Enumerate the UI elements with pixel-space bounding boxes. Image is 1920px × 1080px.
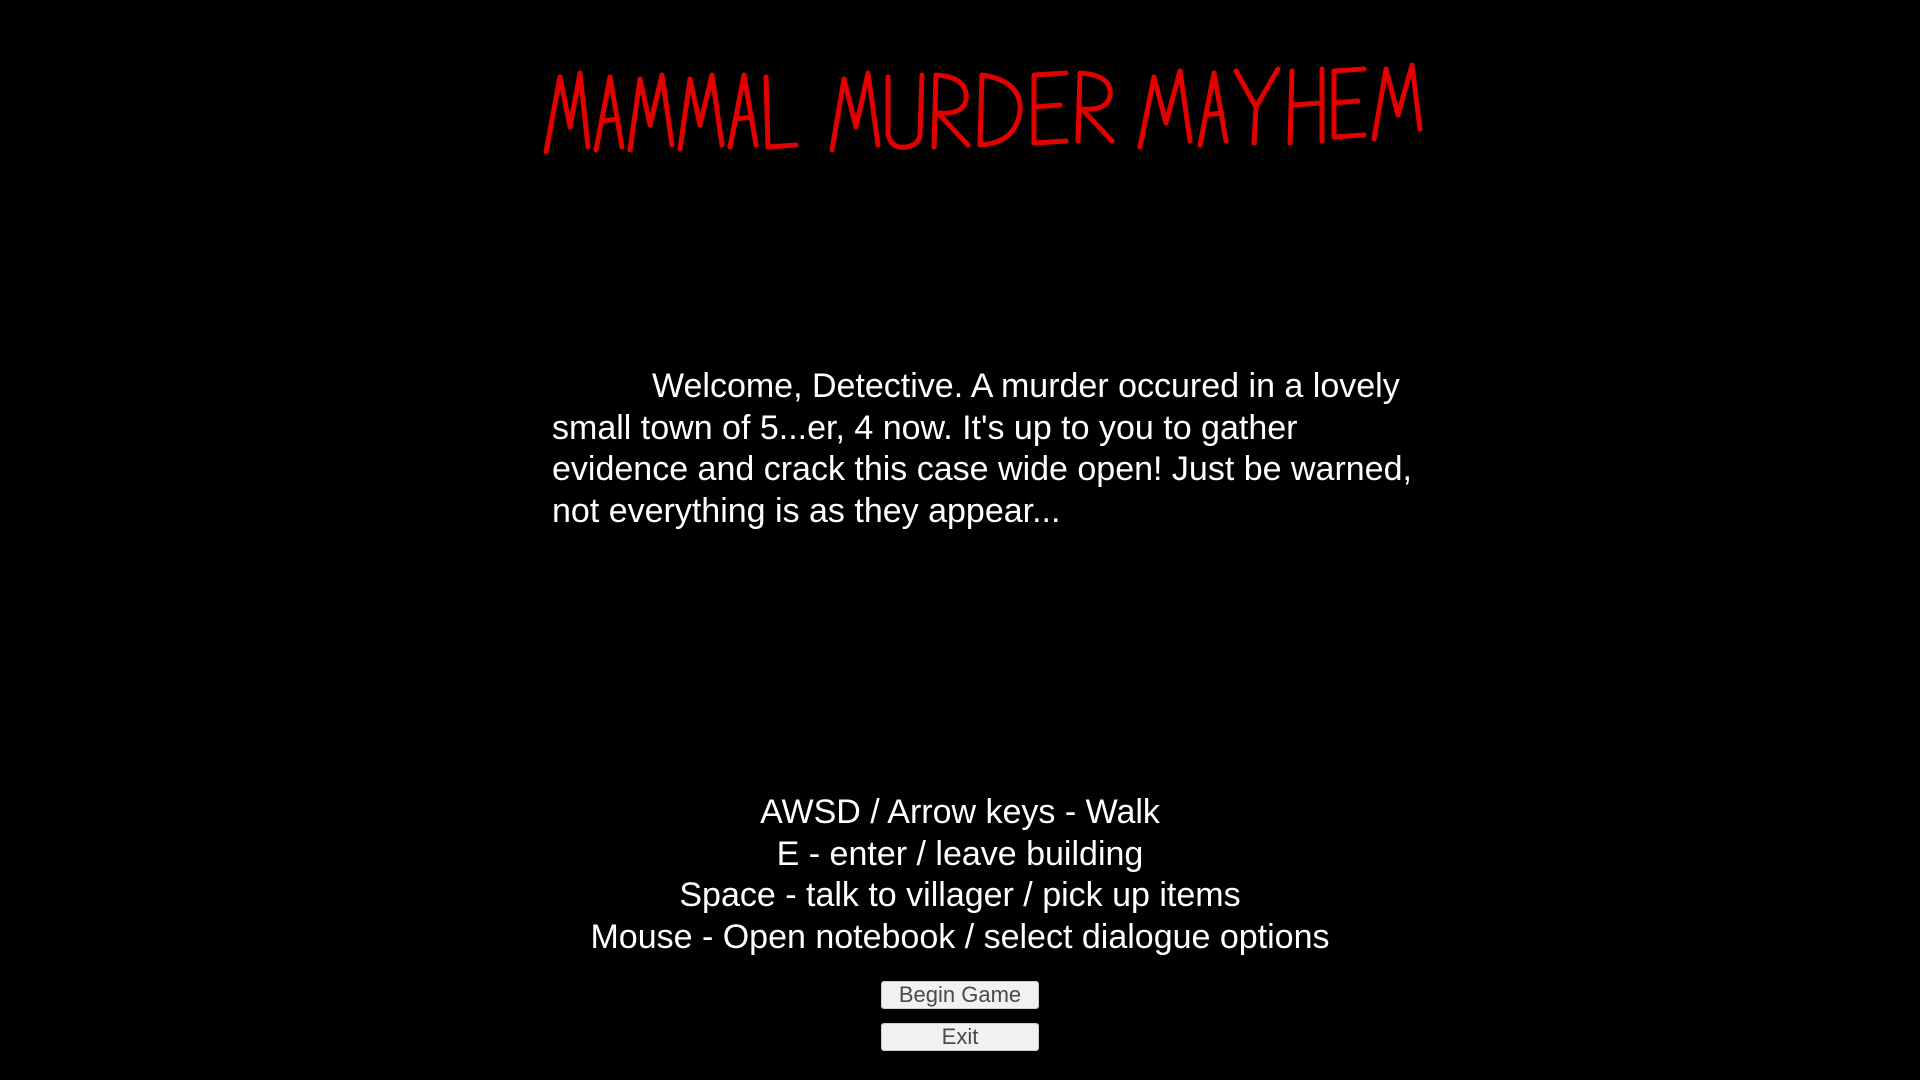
begin-game-button[interactable]: Begin Game <box>881 981 1039 1009</box>
exit-button[interactable]: Exit <box>881 1023 1039 1051</box>
game-title-logo <box>540 55 1440 165</box>
control-talk-pickup: Space - talk to villager / pick up items <box>679 876 1241 914</box>
control-mouse: Mouse - Open notebook / select dialogue … <box>590 917 1330 956</box>
game-title-lettering <box>543 62 1423 155</box>
title-screen: Welcome, Detective. A murder occured in … <box>0 0 1920 1080</box>
controls-list: AWSD / Arrow keys - Walk E - enter / lea… <box>460 792 1460 958</box>
intro-paragraph: Welcome, Detective. A murder occured in … <box>552 367 1412 530</box>
control-walk: AWSD / Arrow keys - Walk <box>760 793 1160 831</box>
control-enter-building: E - enter / leave building <box>776 834 1144 873</box>
